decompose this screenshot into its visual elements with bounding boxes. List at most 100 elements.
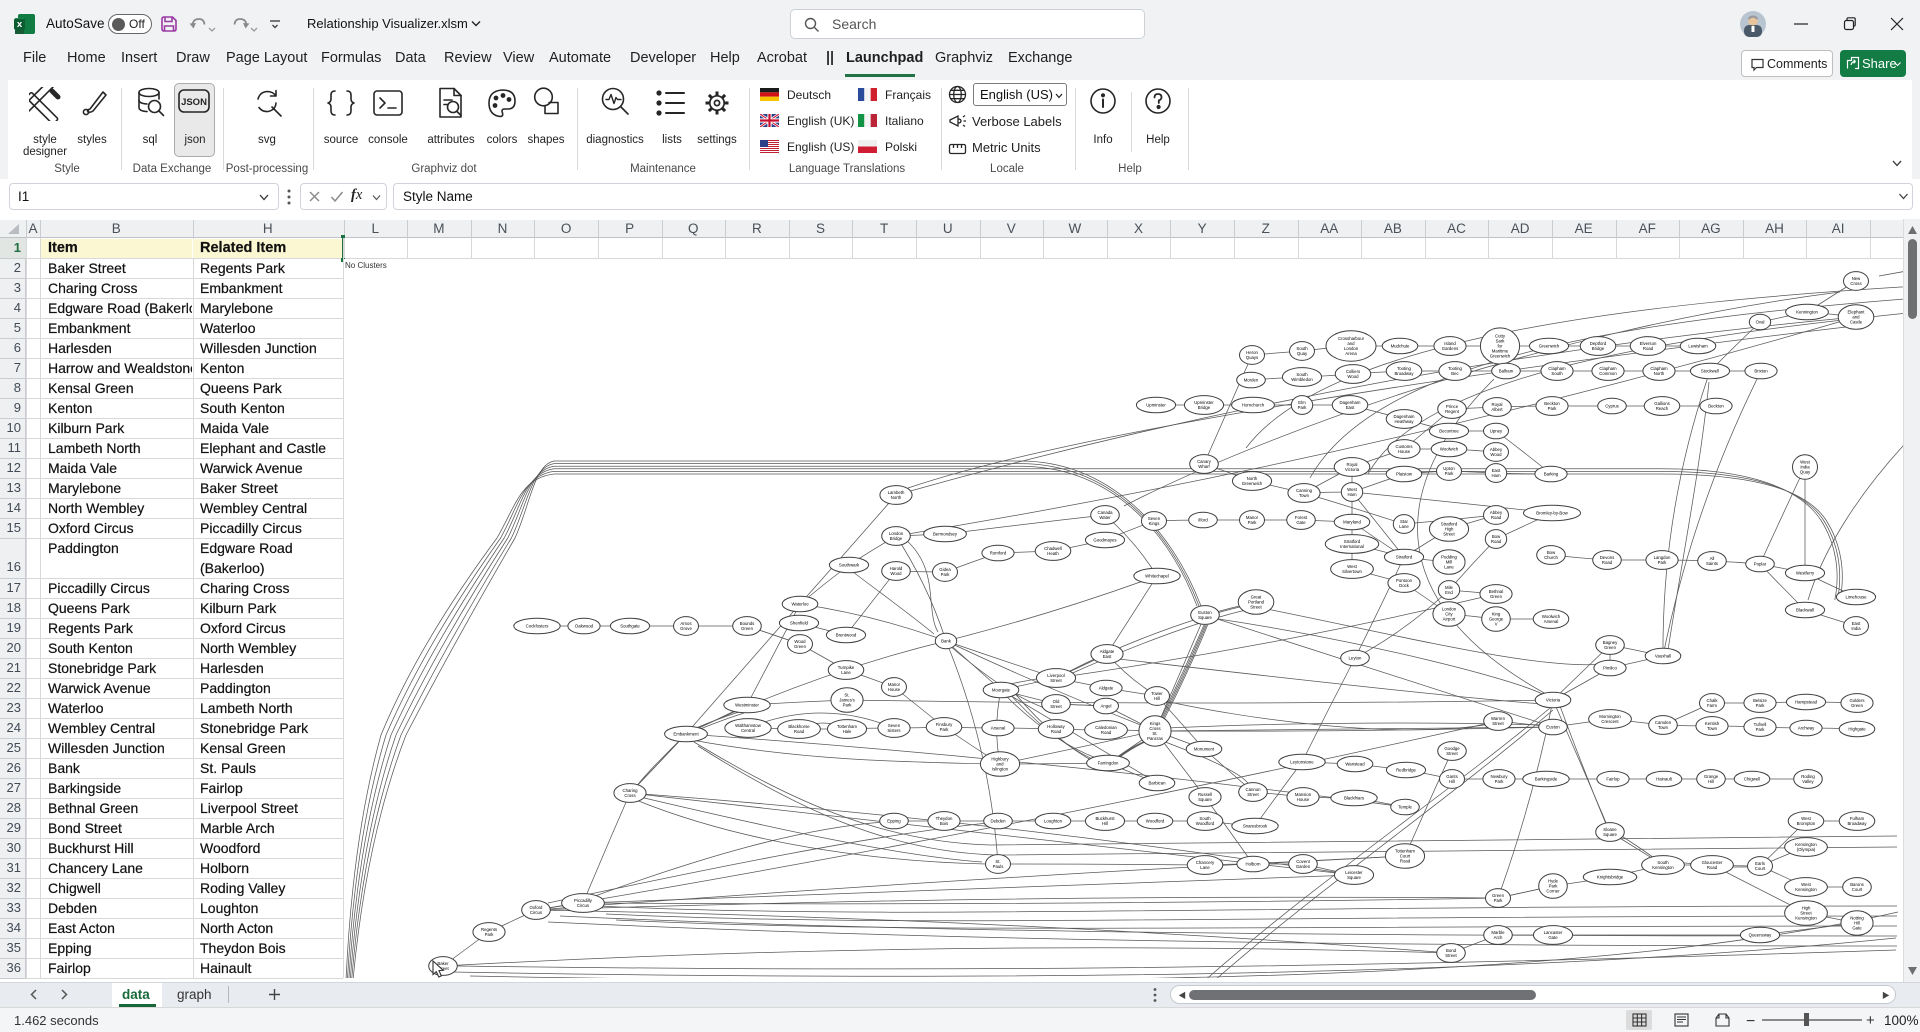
svg-text:Balham: Balham bbox=[1499, 369, 1514, 374]
svg-text:WoodGreen: WoodGreen bbox=[794, 639, 807, 649]
svg-text:EarlsCourt: EarlsCourt bbox=[1755, 861, 1766, 871]
svg-text:CustomsHouse: CustomsHouse bbox=[1396, 444, 1413, 454]
svg-text:Greenwich: Greenwich bbox=[1539, 344, 1560, 349]
svg-text:Redbridge: Redbridge bbox=[1396, 768, 1416, 773]
svg-text:Woodford: Woodford bbox=[1146, 819, 1165, 824]
svg-text:OxfordCircus: OxfordCircus bbox=[530, 905, 544, 915]
svg-text:Euston: Euston bbox=[1546, 725, 1560, 730]
svg-text:Farringdon: Farringdon bbox=[1098, 761, 1119, 766]
svg-text:Embankment: Embankment bbox=[673, 732, 699, 737]
svg-text:Upney: Upney bbox=[1490, 429, 1503, 434]
svg-text:Bromley-by-Bow: Bromley-by-Bow bbox=[1536, 511, 1568, 516]
svg-text:StarLane: StarLane bbox=[1399, 519, 1409, 529]
svg-text:Knightsbridge: Knightsbridge bbox=[1597, 875, 1624, 880]
svg-text:Brentwood: Brentwood bbox=[836, 633, 857, 638]
svg-text:BagneyGreen: BagneyGreen bbox=[1603, 640, 1618, 650]
svg-text:BondStreet: BondStreet bbox=[1445, 948, 1457, 958]
svg-text:LondonBridge: LondonBridge bbox=[889, 531, 904, 541]
svg-text:Waterloo: Waterloo bbox=[791, 602, 809, 607]
svg-text:Hampstead: Hampstead bbox=[1795, 700, 1818, 705]
svg-text:WoolwichArsenal: WoolwichArsenal bbox=[1542, 614, 1561, 624]
svg-text:Morden: Morden bbox=[1244, 378, 1259, 383]
svg-text:Leytonstone: Leytonstone bbox=[1290, 760, 1314, 765]
svg-text:Poplar: Poplar bbox=[1754, 562, 1767, 567]
svg-text:Westferry: Westferry bbox=[1796, 571, 1815, 576]
svg-text:Brixton: Brixton bbox=[1754, 369, 1768, 374]
svg-text:Kensington(Olympia): Kensington(Olympia) bbox=[1795, 842, 1817, 852]
svg-text:Chigwell: Chigwell bbox=[1744, 777, 1760, 782]
svg-text:DevonsRoad: DevonsRoad bbox=[1600, 555, 1615, 565]
svg-text:Whitechapel: Whitechapel bbox=[1145, 574, 1169, 579]
svg-text:Holborn: Holborn bbox=[1245, 862, 1261, 867]
svg-text:MansionHouse: MansionHouse bbox=[1295, 792, 1312, 802]
svg-text:Plaistow: Plaistow bbox=[1396, 472, 1413, 477]
svg-text:Hornchurch: Hornchurch bbox=[1242, 403, 1265, 408]
svg-text:AbbeyWood: AbbeyWood bbox=[1490, 447, 1503, 457]
svg-text:Stockwell: Stockwell bbox=[1701, 369, 1719, 374]
svg-text:CoventGarden: CoventGarden bbox=[1296, 859, 1311, 869]
svg-text:ColliersWood: ColliersWood bbox=[1346, 369, 1360, 379]
svg-text:RoyalVictoria: RoyalVictoria bbox=[1345, 462, 1360, 472]
svg-text:Victoria: Victoria bbox=[1546, 698, 1561, 703]
svg-text:PrinceRegent: PrinceRegent bbox=[1445, 404, 1460, 414]
svg-text:ChalkFarm: ChalkFarm bbox=[1707, 698, 1719, 708]
svg-text:Stratford: Stratford bbox=[1396, 555, 1413, 560]
svg-text:Becontree: Becontree bbox=[1439, 429, 1459, 434]
svg-text:WestIndiaQuay: WestIndiaQuay bbox=[1800, 460, 1811, 475]
svg-text:Ilford: Ilford bbox=[1198, 518, 1208, 523]
svg-text:Oakwood: Oakwood bbox=[575, 624, 594, 629]
svg-text:RoyalAlbert: RoyalAlbert bbox=[1491, 402, 1503, 412]
svg-text:Temple: Temple bbox=[1398, 805, 1412, 810]
svg-text:MileEnd: MileEnd bbox=[1445, 585, 1453, 595]
svg-text:Bank: Bank bbox=[941, 639, 952, 644]
svg-text:WarrenStreet: WarrenStreet bbox=[1491, 716, 1506, 726]
svg-text:Westminster: Westminster bbox=[735, 703, 759, 708]
svg-text:Loughton: Loughton bbox=[1044, 819, 1063, 824]
svg-text:Upminster: Upminster bbox=[1146, 403, 1166, 408]
svg-text:Barking: Barking bbox=[1544, 472, 1559, 477]
svg-text:Debden: Debden bbox=[990, 819, 1006, 824]
svg-text:Barkingside: Barkingside bbox=[1535, 777, 1558, 782]
svg-text:Limehouse: Limehouse bbox=[1845, 595, 1867, 600]
svg-text:Snaresbrook: Snaresbrook bbox=[1243, 824, 1268, 829]
svg-text:RodingValley: RodingValley bbox=[1801, 774, 1815, 784]
svg-text:BoundsGreen: BoundsGreen bbox=[740, 621, 755, 631]
svg-text:Barbican: Barbican bbox=[1149, 781, 1167, 786]
svg-text:Highgate: Highgate bbox=[1848, 727, 1866, 732]
svg-text:Queensway: Queensway bbox=[1749, 933, 1773, 938]
svg-text:Aldgate: Aldgate bbox=[1099, 686, 1114, 691]
svg-text:Kennington: Kennington bbox=[1796, 310, 1818, 315]
svg-text:BethnalGreen: BethnalGreen bbox=[1489, 589, 1504, 599]
svg-text:Bermondsey: Bermondsey bbox=[933, 532, 958, 537]
svg-text:Archway: Archway bbox=[1798, 726, 1815, 731]
svg-text:ClaphamCommon: ClaphamCommon bbox=[1599, 366, 1617, 376]
svg-text:Arsenal: Arsenal bbox=[991, 726, 1006, 731]
svg-text:ArnosGrove: ArnosGrove bbox=[680, 621, 692, 631]
svg-text:Mudchute: Mudchute bbox=[1391, 344, 1410, 349]
svg-text:Epping: Epping bbox=[887, 819, 901, 824]
svg-text:Monument: Monument bbox=[1194, 747, 1215, 752]
svg-text:MorningtonCrescent: MorningtonCrescent bbox=[1599, 714, 1621, 724]
svg-text:JSON: JSON bbox=[181, 97, 207, 108]
svg-text:HaroldWood: HaroldWood bbox=[890, 566, 903, 576]
svg-text:Cyprus: Cyprus bbox=[1605, 404, 1619, 409]
svg-text:Angel: Angel bbox=[1101, 704, 1112, 709]
svg-text:GallionsReach: GallionsReach bbox=[1654, 401, 1670, 411]
svg-text:SloaneSquare: SloaneSquare bbox=[1603, 827, 1617, 837]
svg-text:Leyton: Leyton bbox=[1349, 656, 1363, 661]
svg-text:Romford: Romford bbox=[990, 551, 1007, 556]
svg-text:Shenfield: Shenfield bbox=[790, 621, 809, 626]
svg-text:Vauxhall: Vauxhall bbox=[1655, 654, 1671, 659]
svg-text:GoldersGreen: GoldersGreen bbox=[1849, 698, 1864, 708]
svg-text:EustonSquare: EustonSquare bbox=[1198, 610, 1212, 620]
svg-text:Woolwich: Woolwich bbox=[1440, 447, 1459, 452]
svg-text:WestHam: WestHam bbox=[1347, 487, 1358, 497]
svg-text:EastIndia: EastIndia bbox=[1851, 621, 1861, 631]
svg-text:Fairlop: Fairlop bbox=[1606, 777, 1620, 782]
svg-text:CanaryWharf: CanaryWharf bbox=[1197, 459, 1212, 469]
svg-text:Cockfosters: Cockfosters bbox=[526, 624, 549, 629]
svg-text:Oval: Oval bbox=[1756, 320, 1765, 325]
svg-text:SouthQuay: SouthQuay bbox=[1296, 346, 1308, 356]
svg-text:EastHam: EastHam bbox=[1491, 468, 1501, 478]
svg-text:Pimlico: Pimlico bbox=[1603, 666, 1617, 671]
